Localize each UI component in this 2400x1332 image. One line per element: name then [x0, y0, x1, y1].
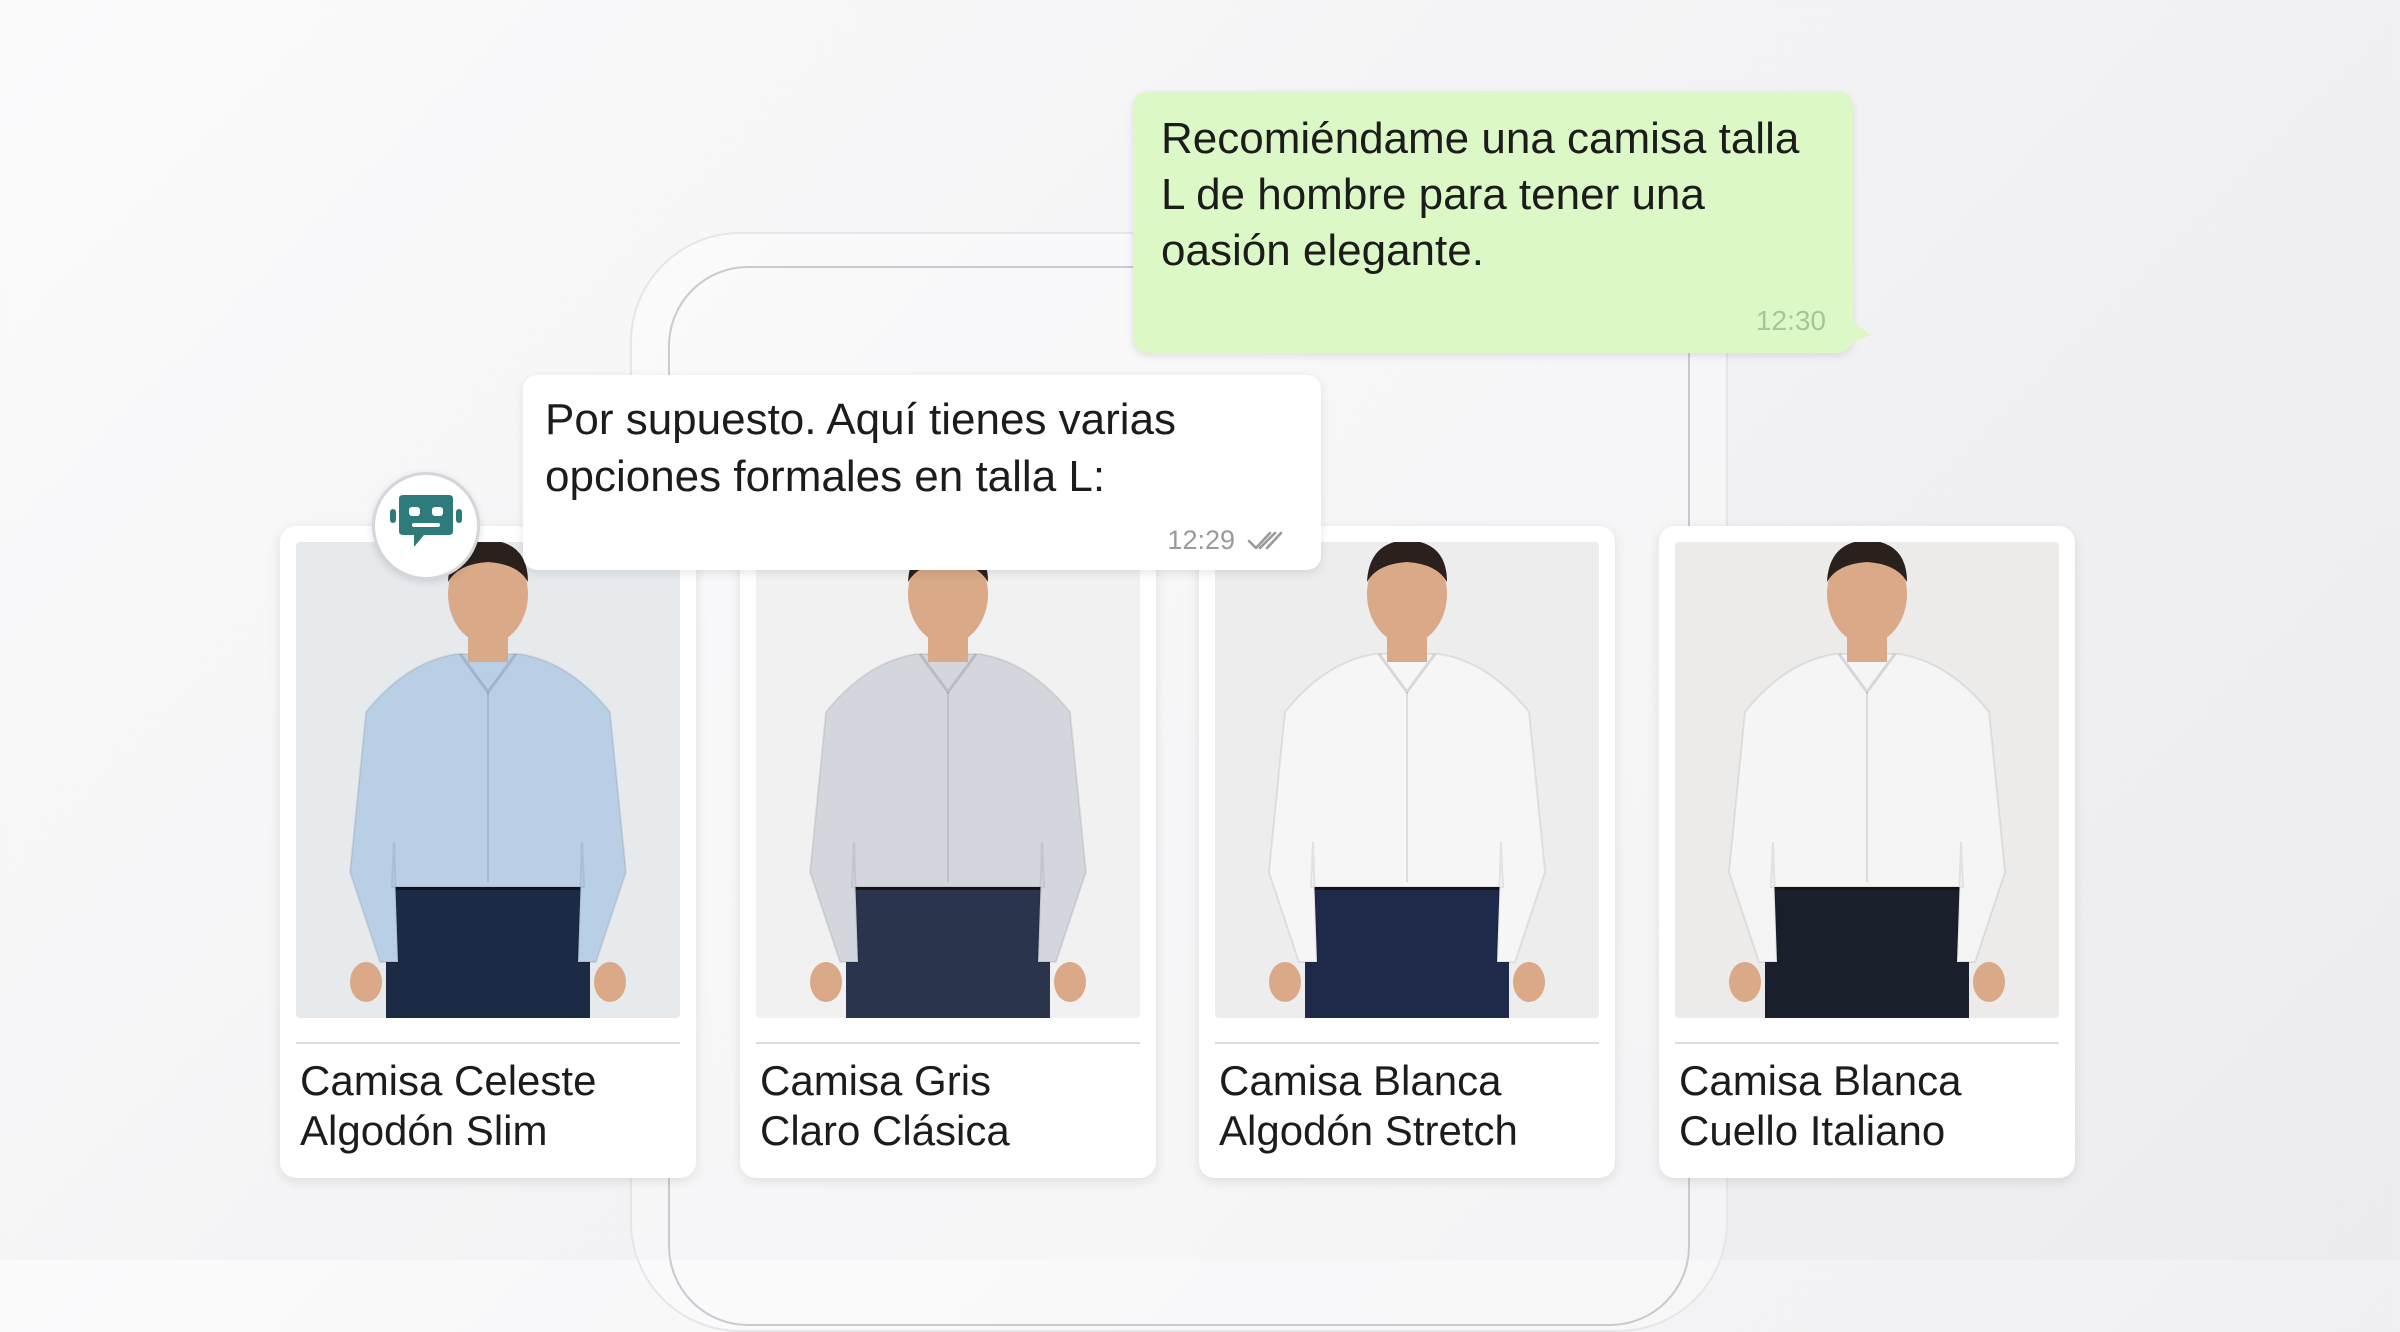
product-title-line: Algodón Stretch [1219, 1107, 1518, 1154]
product-image [1675, 542, 2059, 1018]
product-title-line: Camisa Celeste [300, 1057, 597, 1104]
double-check-icon [1247, 530, 1283, 552]
product-title: Camisa Celeste Algodón Slim [300, 1056, 686, 1156]
product-card[interactable]: Camisa Celeste Algodón Slim [280, 526, 696, 1178]
product-title: Camisa Blanca Algodón Stretch [1219, 1056, 1605, 1156]
user-message-line: L de hombre para tener una [1161, 170, 1705, 219]
user-message-line: Recomiéndame una camisa talla [1161, 114, 1800, 163]
bot-avatar [372, 472, 480, 580]
card-divider [1215, 1042, 1599, 1044]
product-title: Camisa Gris Claro Clásica [760, 1056, 1146, 1156]
bot-message-bubble: Por supuesto. Aquí tienes varias opcione… [523, 375, 1321, 570]
user-message-text: Recomiéndame una camisa talla L de hombr… [1161, 111, 1807, 279]
product-title-line: Cuello Italiano [1679, 1107, 1946, 1154]
bot-message-line: Por supuesto. Aquí tienes varias [545, 395, 1177, 444]
card-divider [1675, 1042, 2059, 1044]
bot-message-meta: 12:29 [1167, 525, 1283, 556]
product-card[interactable]: Camisa Gris Claro Clásica [740, 526, 1156, 1178]
chatbot-icon [390, 493, 462, 560]
product-title-line: Claro Clásica [760, 1107, 1010, 1154]
product-image [756, 542, 1140, 1018]
product-title-line: Camisa Gris [760, 1057, 992, 1104]
user-message-time: 12:30 [1755, 305, 1826, 336]
card-divider [296, 1042, 680, 1044]
bot-message-text: Por supuesto. Aquí tienes varias opcione… [545, 391, 1297, 505]
user-message-line: oasión elegante. [1161, 226, 1484, 275]
product-title-line: Camisa Blanca [1679, 1057, 1962, 1104]
product-title-line: Algodón Slim [300, 1107, 548, 1154]
product-title: Camisa Blanca Cuello Italiano [1679, 1056, 2065, 1156]
bot-message-line: opciones formales en talla L: [545, 452, 1106, 501]
product-card[interactable]: Camisa Blanca Cuello Italiano [1659, 526, 2075, 1178]
product-image [1215, 542, 1599, 1018]
bot-message-time: 12:29 [1167, 525, 1235, 555]
product-image [296, 542, 680, 1018]
card-divider [756, 1042, 1140, 1044]
product-card[interactable]: Camisa Blanca Algodón Stretch [1199, 526, 1615, 1178]
user-message-bubble: Recomiéndame una camisa talla L de hombr… [1133, 91, 1871, 353]
product-title-line: Camisa Blanca [1219, 1057, 1502, 1104]
